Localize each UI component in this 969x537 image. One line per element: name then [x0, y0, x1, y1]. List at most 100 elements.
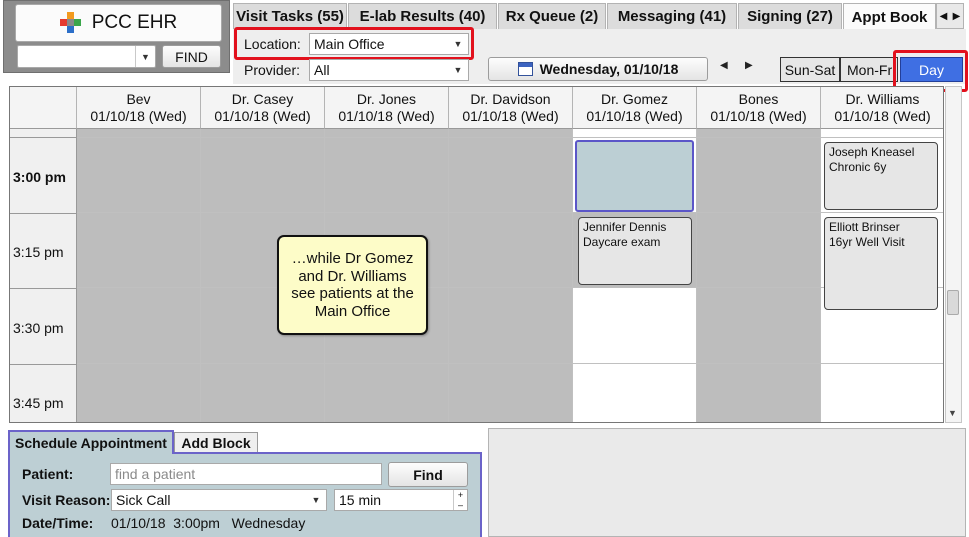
date-picker-button[interactable]: Wednesday, 01/10/18 [488, 57, 708, 81]
appointment-reason: Chronic 6y [829, 160, 887, 174]
slot-unavailable [325, 138, 449, 213]
provider-select[interactable]: All ▼ [309, 59, 469, 81]
appointment-reason: 16yr Well Visit [829, 235, 905, 249]
appointment-reason: Daycare exam [583, 235, 661, 249]
patient-label: Patient: [22, 466, 74, 482]
slot-unavailable [449, 288, 573, 364]
stepper-arrows-icon[interactable]: + – [453, 490, 467, 510]
patient-placeholder: find a patient [115, 466, 196, 482]
slot-unavailable [325, 129, 449, 138]
provider-label: Provider: [244, 62, 301, 78]
slot-unavailable [201, 364, 325, 422]
appointment-card[interactable]: Jennifer Dennis Daycare exam [578, 217, 692, 285]
slot-unavailable [201, 138, 325, 213]
tab-elab-results[interactable]: E-lab Results (40) [348, 3, 497, 29]
location-highlight [234, 27, 474, 60]
provider-header: Dr. Casey 01/10/18 (Wed) [201, 87, 325, 129]
tab-scroll-right-icon[interactable]: ▶ [950, 4, 963, 28]
slot-unavailable [77, 288, 201, 364]
tab-scroll-arrows[interactable]: ◀ ▶ [936, 3, 964, 29]
row-divider [10, 288, 77, 289]
calendar-icon [517, 62, 533, 76]
tab-schedule-appointment[interactable]: Schedule Appointment [8, 430, 174, 454]
slot-open[interactable] [573, 129, 697, 138]
slot-unavailable [697, 129, 821, 138]
appointment-card[interactable]: Elliott Brinser 16yr Well Visit [824, 217, 938, 310]
chevron-down-icon[interactable]: ▼ [135, 46, 155, 67]
grid-scrollbar[interactable] [945, 86, 962, 423]
current-date: Wednesday, 01/10/18 [539, 61, 679, 77]
slot-unavailable [697, 288, 821, 364]
appointment-patient: Jennifer Dennis [583, 220, 667, 234]
prev-day-icon[interactable]: ◀ [720, 60, 728, 71]
row-divider [10, 364, 77, 365]
tab-visit-tasks[interactable]: Visit Tasks (55) [233, 3, 347, 29]
slot-unavailable [201, 129, 325, 138]
chevron-down-icon[interactable]: ▼ [448, 60, 468, 80]
tutorial-callout: …while Dr Gomez and Dr. Williams see pat… [277, 235, 428, 335]
slot-open[interactable] [821, 129, 943, 138]
find-button[interactable]: FIND [162, 45, 221, 68]
details-panel [488, 428, 966, 537]
view-mon-fri-button[interactable]: Mon-Fri [840, 57, 898, 82]
slot-unavailable [697, 364, 821, 422]
visit-reason-value: Sick Call [116, 492, 171, 508]
find-patient-button[interactable]: Find [388, 462, 468, 487]
slot-unavailable [77, 364, 201, 422]
slot-unavailable [325, 364, 449, 422]
next-day-icon[interactable]: ▶ [745, 60, 753, 71]
time-label: 3:30 pm [13, 320, 64, 336]
provider-header: Bev 01/10/18 (Wed) [77, 87, 201, 129]
datetime-value: 01/10/18 3:00pm Wednesday [111, 515, 306, 531]
time-label: 3:45 pm [13, 395, 64, 411]
visit-reason-label: Visit Reason: [22, 492, 111, 508]
appointment-patient: Joseph Kneasel [829, 145, 915, 159]
selected-slot[interactable] [575, 140, 694, 212]
provider-header: Dr. Williams 01/10/18 (Wed) [821, 87, 943, 129]
slot-unavailable [449, 129, 573, 138]
tab-appt-book[interactable]: Appt Book [843, 3, 936, 30]
appointment-patient: Elliott Brinser [829, 220, 900, 234]
chevron-down-icon[interactable]: ▼ [306, 490, 326, 510]
time-label: 3:15 pm [13, 244, 64, 260]
app-logo-box: PCC EHR [15, 4, 222, 42]
datetime-label: Date/Time: [22, 515, 94, 531]
time-cell [10, 129, 77, 138]
appointment-grid: Bev 01/10/18 (Wed) Dr. Casey 01/10/18 (W… [9, 86, 944, 423]
provider-header: Dr. Gomez 01/10/18 (Wed) [573, 87, 697, 129]
slot-unavailable [449, 364, 573, 422]
slot-unavailable [697, 138, 821, 213]
view-sun-sat-button[interactable]: Sun-Sat [780, 57, 840, 82]
slot-open[interactable] [573, 364, 697, 422]
patient-quick-search[interactable]: ▼ [17, 45, 156, 68]
tab-messaging[interactable]: Messaging (41) [607, 3, 737, 29]
slot-unavailable [77, 129, 201, 138]
row-divider [10, 213, 77, 214]
appointment-card[interactable]: Joseph Kneasel Chronic 6y [824, 142, 938, 210]
duration-stepper[interactable]: 15 min + – [334, 489, 468, 511]
slot-unavailable [449, 138, 573, 213]
tab-rx-queue[interactable]: Rx Queue (2) [498, 3, 606, 29]
visit-reason-select[interactable]: Sick Call ▼ [111, 489, 327, 511]
tab-signing[interactable]: Signing (27) [738, 3, 842, 29]
provider-header: Dr. Davidson 01/10/18 (Wed) [449, 87, 573, 129]
duration-value: 15 min [339, 492, 382, 508]
tab-add-block[interactable]: Add Block [174, 432, 258, 453]
provider-header: Dr. Jones 01/10/18 (Wed) [325, 87, 449, 129]
scrollbar-thumb[interactable] [947, 290, 959, 315]
time-header [10, 87, 77, 129]
tab-scroll-left-icon[interactable]: ◀ [937, 4, 950, 28]
provider-value: All [314, 62, 330, 78]
slot-unavailable [697, 213, 821, 288]
app-title: PCC EHR [91, 12, 178, 33]
slot-unavailable [77, 138, 201, 213]
scroll-down-icon[interactable]: ▼ [948, 408, 957, 418]
pcc-logo-icon [59, 12, 82, 34]
time-label: 3:00 pm [13, 169, 66, 185]
provider-header: Bones 01/10/18 (Wed) [697, 87, 821, 129]
slot-open[interactable] [573, 288, 697, 364]
slot-unavailable [77, 213, 201, 288]
slot-unavailable [449, 213, 573, 288]
patient-search-input[interactable]: find a patient [110, 463, 382, 485]
slot-open[interactable] [821, 364, 943, 422]
